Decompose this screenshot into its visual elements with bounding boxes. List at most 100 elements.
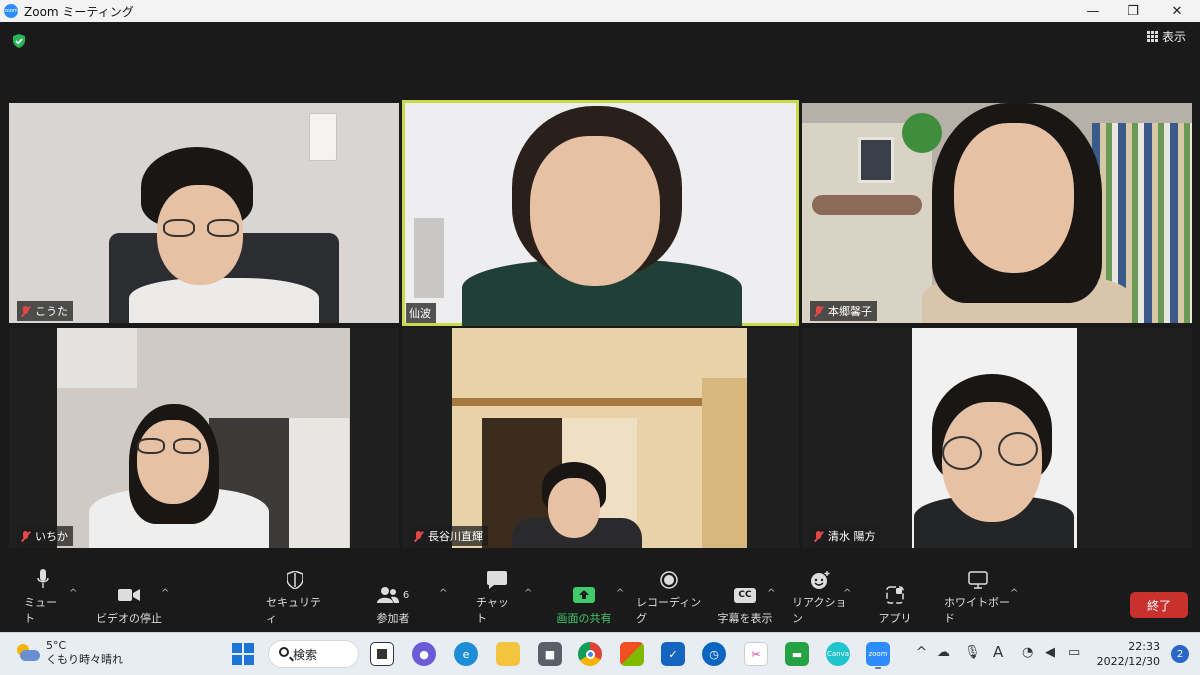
taskbar-search[interactable]: 検索 [268, 640, 359, 668]
window-title: Zoom ミーティング [24, 4, 134, 19]
record-icon [658, 571, 680, 589]
muted-mic-icon [20, 530, 31, 542]
whiteboard-icon [967, 571, 989, 589]
meeting-toolbar: ミュート ^ ビデオの停止 ^ セキュリティ 6 参加者 ^ チャット ^ 画面… [0, 569, 1200, 632]
file-explorer-icon[interactable] [496, 642, 520, 666]
participants-label: 参加者 [376, 612, 410, 625]
windows-taskbar: 5°C くもり時々晴れ 検索 ● e ■ ✓ ◷ ✂ ▬ Canva zoom … [0, 632, 1200, 675]
participants-options-caret[interactable]: ^ [439, 588, 447, 599]
smile-plus-icon [809, 571, 831, 589]
line-messenger-icon[interactable]: ▬ [785, 642, 809, 666]
search-label: 検索 [293, 647, 318, 662]
apps-icon [884, 585, 906, 605]
snipping-tool-icon[interactable]: ✂ [744, 642, 768, 666]
video-tile-hongou[interactable]: 本郷馨子 [802, 103, 1192, 323]
clock-time: 22:33 [1128, 640, 1160, 653]
share-label: 画面の共有 [556, 612, 612, 625]
muted-mic-icon [813, 530, 824, 542]
camera-app-icon[interactable]: ■ [538, 642, 562, 666]
video-tile-hasegawa[interactable]: 長谷川直輝 [402, 328, 799, 548]
share-screen-button[interactable]: 画面の共有 [552, 582, 616, 632]
window-titlebar: zoom Zoom ミーティング — ❐ ✕ [0, 0, 1200, 22]
microsoft-store-icon[interactable] [620, 642, 644, 666]
volume-icon[interactable]: ◀ [1045, 645, 1055, 660]
video-tile-kouta[interactable]: こうた [9, 103, 399, 323]
show-hidden-icons-chevron[interactable]: ^ [916, 645, 927, 660]
name-tag: 長谷川直輝 [410, 526, 488, 546]
clock-app-icon[interactable]: ◷ [702, 642, 726, 666]
name-tag: 清水 陽方 [810, 526, 881, 546]
captions-options-caret[interactable]: ^ [767, 588, 775, 599]
video-options-caret[interactable]: ^ [161, 588, 169, 599]
canva-app-icon[interactable]: Canva [826, 642, 850, 666]
onedrive-cloud-icon[interactable]: ☁ [937, 645, 950, 660]
apps-button[interactable]: アプリ [878, 582, 912, 632]
reactions-button[interactable]: リアクション [792, 571, 848, 632]
name-tag: いちか [17, 526, 73, 546]
participant-face [954, 123, 1074, 273]
view-button[interactable]: 表示 [1146, 28, 1186, 45]
light-switch [309, 113, 337, 161]
participant-face [137, 420, 209, 504]
mute-options-caret[interactable]: ^ [69, 588, 77, 599]
close-button[interactable]: ✕ [1154, 0, 1200, 22]
air-conditioner [57, 328, 137, 388]
ime-indicator[interactable]: A [993, 643, 1003, 661]
whiteboard-options-caret[interactable]: ^ [1010, 588, 1018, 599]
task-view-icon[interactable] [370, 642, 394, 666]
encryption-shield-icon[interactable] [12, 34, 26, 48]
record-button[interactable]: レコーディング [636, 571, 702, 632]
security-button[interactable]: セキュリティ [266, 571, 324, 632]
participants-icon: 6 [373, 585, 413, 605]
chat-label: チャット [476, 596, 509, 625]
mute-label: ミュート [24, 596, 57, 625]
end-meeting-button[interactable]: 終了 [1130, 592, 1188, 618]
curtain [289, 418, 349, 548]
microphone-icon [32, 569, 54, 589]
chat-options-caret[interactable]: ^ [524, 588, 532, 599]
zoom-taskbar-icon[interactable]: zoom [866, 642, 890, 669]
whiteboard-label: ホワイトボード [944, 596, 1010, 625]
temperature: 5°C [46, 639, 67, 652]
restore-button[interactable]: ❐ [1110, 0, 1156, 22]
muted-mic-icon [20, 305, 31, 317]
captions-label: 字幕を表示 [717, 612, 773, 625]
battery-icon[interactable]: ▭ [1068, 645, 1080, 660]
video-label: ビデオの停止 [96, 612, 162, 625]
participants-count: 6 [402, 589, 410, 601]
search-icon [279, 647, 289, 657]
edge-browser-icon[interactable]: e [454, 642, 478, 666]
teams-chat-icon[interactable]: ● [412, 642, 436, 666]
participants-button[interactable]: 6 参加者 [370, 582, 416, 632]
video-tile-ichika[interactable]: いちか [9, 328, 399, 548]
name-tag: こうた [17, 301, 73, 321]
security-label: セキュリティ [266, 596, 321, 625]
chrome-browser-icon[interactable] [578, 642, 602, 666]
video-tile-shimizu[interactable]: 清水 陽方 [802, 328, 1192, 548]
wifi-icon[interactable]: ◔ [1022, 645, 1033, 660]
muted-mic-icon [413, 530, 424, 542]
reactions-options-caret[interactable]: ^ [843, 588, 851, 599]
share-screen-icon [573, 585, 595, 605]
weather-widget[interactable]: 5°C くもり時々晴れ [14, 639, 123, 667]
share-options-caret[interactable]: ^ [616, 588, 624, 599]
participant-face [548, 478, 600, 538]
apps-label: アプリ [878, 612, 912, 625]
microphone-tray-icon[interactable]: 🎙 [964, 645, 981, 660]
whiteboard-button[interactable]: ホワイトボード [944, 571, 1012, 632]
view-label: 表示 [1161, 30, 1186, 44]
system-clock[interactable]: 22:33 2022/12/30 [1097, 639, 1160, 669]
security-shield-icon [284, 571, 306, 589]
mute-button[interactable]: ミュート [24, 569, 62, 632]
start-button[interactable] [231, 642, 255, 666]
video-tile-senba[interactable]: 仙波 [402, 100, 799, 326]
security-app-icon[interactable]: ✓ [661, 642, 685, 666]
notification-badge[interactable]: 2 [1171, 645, 1189, 663]
reactions-label: リアクション [792, 596, 847, 625]
video-camera-icon [118, 585, 140, 605]
partly-cloudy-icon [14, 644, 40, 662]
stop-video-button[interactable]: ビデオの停止 [96, 582, 162, 632]
chat-button[interactable]: チャット [476, 571, 518, 632]
shirt [129, 278, 319, 323]
name-tag: 仙波 [406, 303, 436, 323]
